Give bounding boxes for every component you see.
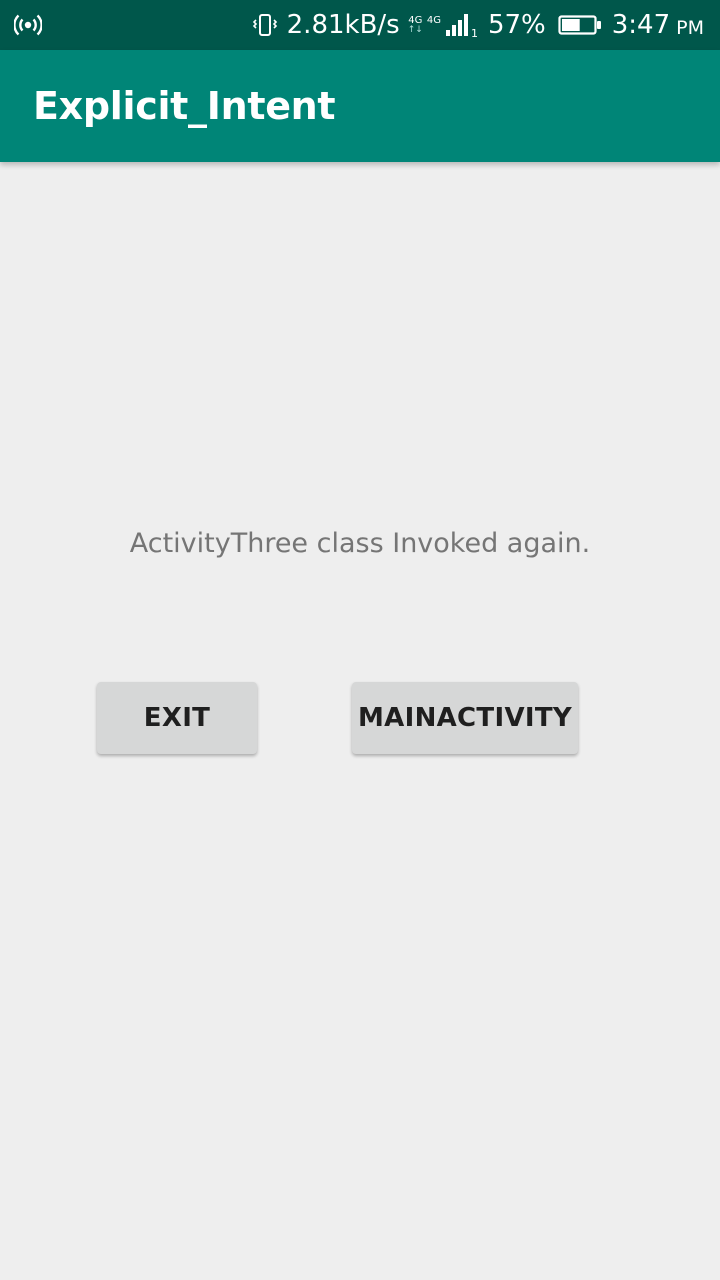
activity-message: ActivityThree class Invoked again. — [129, 528, 591, 559]
signal-icon — [445, 12, 471, 38]
app-bar: Explicit_Intent — [0, 50, 720, 162]
clock-ampm: PM — [676, 17, 704, 39]
sim-slot: 1 — [470, 26, 478, 40]
battery-percent: 57% — [487, 10, 546, 40]
status-bar-right: 2.81kB/s 4G ↑↓ 4G 1 57% 3:47 PM — [251, 0, 704, 50]
network-type-1: 4G ↑↓ — [407, 14, 423, 35]
battery-icon — [558, 14, 602, 36]
app-title: Explicit_Intent — [33, 84, 336, 128]
network-type-2: 4G — [426, 14, 441, 35]
vibrate-icon — [251, 11, 279, 39]
clock-time: 3:47 — [611, 10, 671, 40]
status-bar: 2.81kB/s 4G ↑↓ 4G 1 57% 3:47 PM — [0, 0, 720, 50]
network-speed: 2.81kB/s — [286, 10, 400, 40]
screen: 2.81kB/s 4G ↑↓ 4G 1 57% 3:47 PM Explicit… — [0, 0, 720, 1280]
hotspot-icon — [13, 12, 43, 38]
network-type-1-label: 4G — [408, 14, 423, 26]
network-type-2-label: 4G — [426, 14, 441, 26]
data-arrows-icon: ↑↓ — [407, 24, 423, 35]
main-activity-button[interactable]: MAINACTIVITY — [352, 682, 578, 754]
exit-button[interactable]: EXIT — [97, 682, 257, 754]
